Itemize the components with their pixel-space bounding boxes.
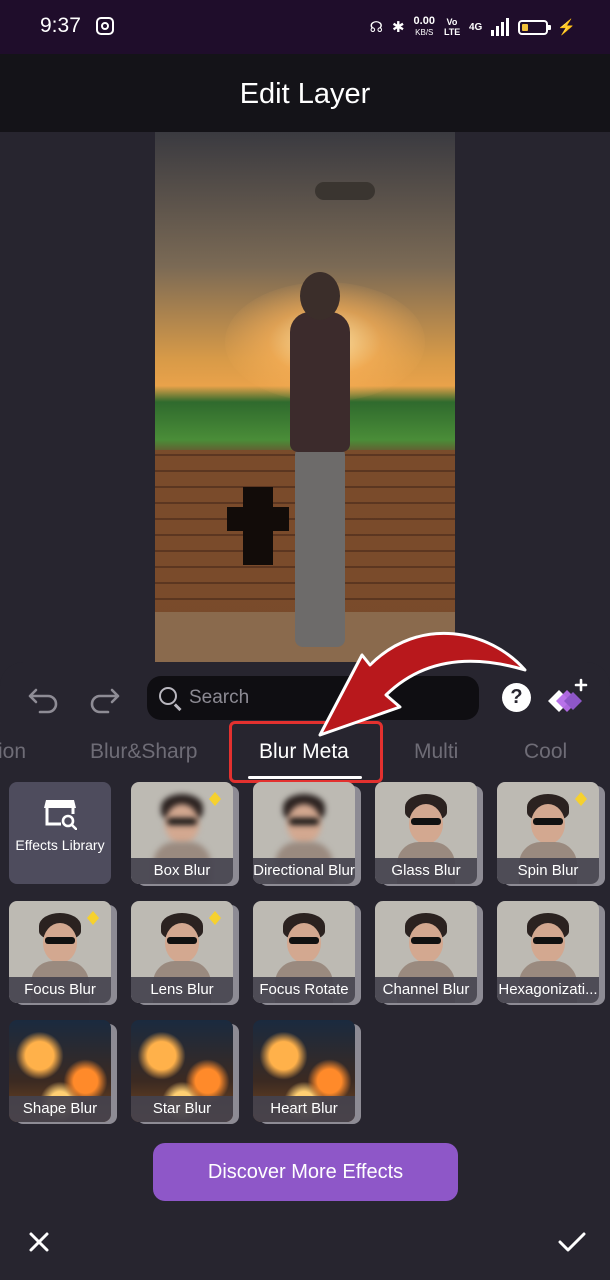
- red-annotation-arrow: [318, 631, 527, 737]
- undo-button[interactable]: [26, 680, 60, 714]
- undo-icon: [28, 688, 58, 714]
- status-bar: 9:37 ☊ ✱ 0.00 KB/S Vo LTE 4G ⚡: [0, 0, 610, 54]
- effect-channel-blur[interactable]: Channel Blur: [375, 901, 483, 1005]
- effect-lens-blur[interactable]: Lens Blur: [131, 901, 239, 1005]
- status-time: 9:37: [40, 14, 81, 37]
- tile-thumbnail: Hexagonizati...: [497, 901, 599, 1003]
- effects-library-label: Effects Library: [15, 837, 105, 853]
- tile-thumbnail: Channel Blur: [375, 901, 477, 1003]
- network-speed-value: 0.00: [413, 15, 435, 27]
- effect-shape-blur[interactable]: Shape Blur: [9, 1020, 117, 1124]
- effect-label: Focus Blur: [9, 977, 111, 1003]
- effect-focus-blur[interactable]: Focus Blur: [9, 901, 117, 1005]
- tile-thumbnail: Spin Blur: [497, 782, 599, 884]
- effect-label: Glass Blur: [375, 858, 477, 884]
- tile-thumbnail: Heart Blur: [253, 1020, 355, 1122]
- close-button[interactable]: [27, 1230, 51, 1254]
- effect-spin-blur[interactable]: Spin Blur: [497, 782, 605, 886]
- effect-hexagonization[interactable]: Hexagonizati...: [497, 901, 605, 1005]
- layer-preview-image[interactable]: [155, 132, 455, 672]
- instagram-icon: [96, 17, 114, 35]
- title-bar: Edit Layer: [0, 54, 610, 132]
- volte-badge: Vo LTE: [443, 17, 461, 37]
- charging-icon: ⚡: [557, 18, 576, 36]
- close-icon: [29, 1232, 49, 1252]
- effect-heart-blur[interactable]: Heart Blur: [253, 1020, 361, 1124]
- tile-thumbnail: Lens Blur: [131, 901, 233, 1003]
- effect-directional-blur[interactable]: Directional Blur: [253, 782, 361, 886]
- tile-thumbnail: Star Blur: [131, 1020, 233, 1122]
- redo-icon: [90, 688, 120, 714]
- status-icons: ☊ ✱ 0.00 KB/S Vo LTE 4G ⚡: [370, 12, 576, 42]
- wall-cross-shape-bar: [227, 507, 289, 531]
- tile-thumbnail: Glass Blur: [375, 782, 477, 884]
- network-speed-unit: KB/S: [415, 28, 434, 37]
- effects-library-button[interactable]: Effects Library: [9, 782, 111, 884]
- person-head: [300, 272, 340, 320]
- search-icon: [159, 687, 177, 705]
- effect-label: Spin Blur: [497, 858, 599, 884]
- discover-more-effects-button[interactable]: Discover More Effects: [153, 1143, 458, 1201]
- network-speed: 0.00 KB/S: [414, 16, 435, 38]
- store-search-icon: [44, 800, 77, 830]
- effect-label: Focus Rotate: [253, 977, 355, 1003]
- effect-label: Directional Blur: [253, 858, 355, 884]
- page-title: Edit Layer: [239, 78, 371, 110]
- effect-focus-rotate[interactable]: Focus Rotate: [253, 901, 361, 1005]
- person-body: [290, 312, 350, 452]
- redo-button[interactable]: [88, 680, 122, 714]
- tile-thumbnail: Directional Blur: [253, 782, 355, 884]
- tile-thumbnail: Focus Blur: [9, 901, 111, 1003]
- effect-label: Hexagonizati...: [497, 977, 599, 1003]
- check-icon: [558, 1232, 586, 1252]
- premium-button[interactable]: [545, 678, 589, 718]
- premium-diamond-icon: [548, 678, 588, 712]
- tile-thumbnail: Focus Rotate: [253, 901, 355, 1003]
- effect-label: Channel Blur: [375, 977, 477, 1003]
- effect-star-blur[interactable]: Star Blur: [131, 1020, 239, 1124]
- bluetooth-icon: ✱: [391, 18, 405, 36]
- effect-label: Heart Blur: [253, 1096, 355, 1122]
- tile-thumbnail: Shape Blur: [9, 1020, 111, 1122]
- preview-area: [0, 132, 610, 672]
- effect-label: Star Blur: [131, 1096, 233, 1122]
- effect-label: Shape Blur: [9, 1096, 111, 1122]
- tile-thumbnail: Box Blur: [131, 782, 233, 884]
- tab-ion[interactable]: ion: [0, 740, 26, 764]
- battery-icon: [518, 19, 552, 35]
- helicopter-shape: [315, 182, 375, 200]
- signal-icon: [491, 18, 510, 36]
- headphones-icon: ☊: [369, 18, 383, 36]
- effect-box-blur[interactable]: Box Blur: [131, 782, 239, 886]
- tab-blur-sharp[interactable]: Blur&Sharp: [90, 740, 197, 764]
- network-type: 4G: [468, 21, 483, 33]
- effect-label: Lens Blur: [131, 977, 233, 1003]
- confirm-button[interactable]: [558, 1230, 586, 1254]
- effect-label: Box Blur: [131, 858, 233, 884]
- effect-glass-blur[interactable]: Glass Blur: [375, 782, 483, 886]
